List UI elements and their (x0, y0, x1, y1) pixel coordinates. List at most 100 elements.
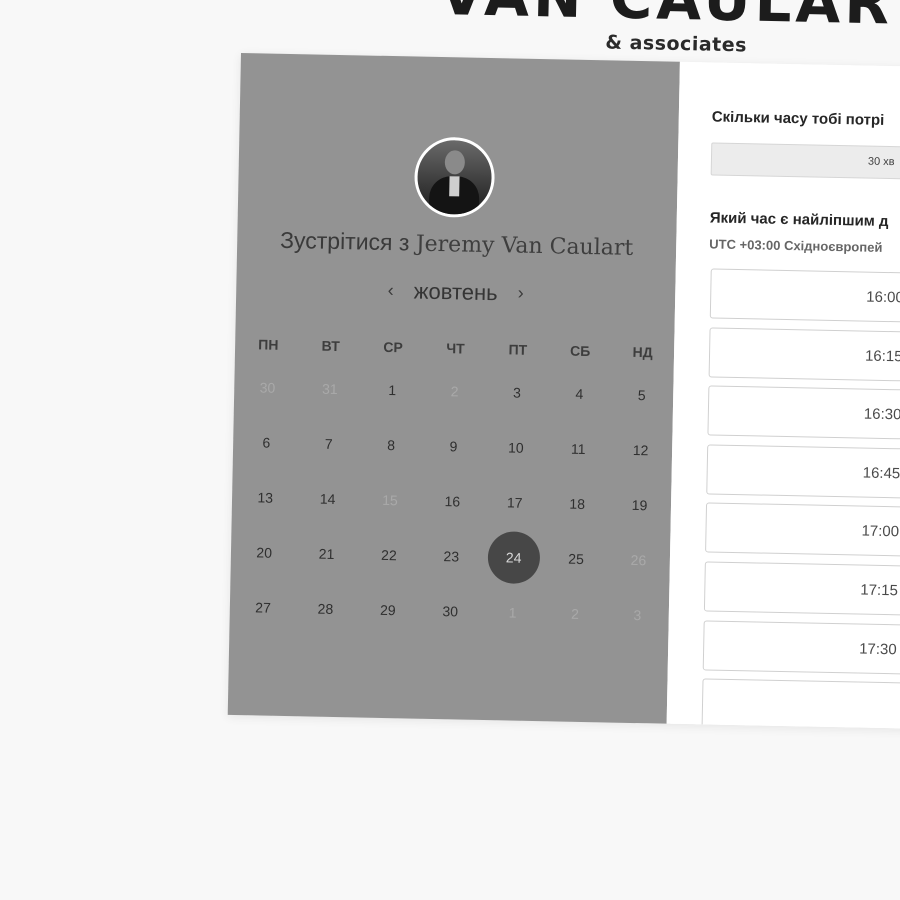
page: VAN CAULART & associates Зустрітися з Je… (0, 0, 900, 900)
time-slot-button[interactable]: 17:00 (705, 502, 900, 562)
calendar-week-row: 6 7 8 9 10 11 12 (235, 414, 673, 478)
calendar-day[interactable]: 1 (361, 381, 424, 398)
time-slot-button[interactable] (701, 678, 900, 733)
calendar-day-outside: 3 (606, 606, 669, 623)
day-number: 23 (443, 547, 460, 564)
time-slot-button[interactable]: 16:30 (707, 385, 900, 445)
avatar-head-shape (444, 150, 466, 175)
day-number: 1 (508, 603, 517, 621)
calendar-week-row: 27 28 29 30 1 2 3 (231, 579, 669, 643)
weekday-label: СБ (569, 342, 591, 360)
day-number: 6 (262, 434, 271, 451)
next-month-icon[interactable]: › (508, 282, 534, 304)
calendar-day[interactable]: 4 (548, 385, 611, 402)
month-label: жовтень (413, 278, 498, 306)
day-number: 30 (442, 602, 459, 619)
calendar-panel: Зустрітися з Jeremy Van Caulart ‹ жовтен… (227, 53, 680, 724)
day-number: 21 (318, 545, 335, 562)
day-number: 11 (570, 440, 586, 457)
calendar-day[interactable]: 3 (486, 383, 549, 400)
calendar-day[interactable]: 5 (610, 386, 673, 403)
day-number: 15 (382, 491, 398, 508)
brand-subtitle: & associates (605, 31, 748, 57)
day-number: 1 (388, 381, 397, 398)
time-slot-button[interactable]: 17:30 (702, 619, 900, 679)
calendar-day[interactable]: 12 (609, 441, 672, 458)
weekday-label: ПН (258, 336, 279, 353)
time-slot-button[interactable]: 16:45 (706, 444, 900, 504)
day-number: 2 (570, 605, 580, 622)
brand-header: VAN CAULART & associates (439, 0, 900, 56)
booking-panel: Скільки часу тобі потрі 30 хв Який час є… (666, 61, 900, 733)
calendar-day[interactable]: 20 (233, 543, 296, 560)
day-number: 12 (632, 441, 649, 458)
day-number: 18 (569, 495, 586, 512)
day-number: 29 (379, 601, 396, 618)
host-avatar (413, 136, 496, 219)
weekday-label: НД (632, 343, 653, 361)
calendar-day[interactable]: 10 (485, 438, 548, 455)
duration-question: Скільки часу тобі потрі (711, 108, 885, 129)
calendar-day[interactable]: 19 (608, 496, 671, 513)
calendar-day-selected[interactable]: 24 (482, 530, 545, 584)
calendar-day-outside: 1 (481, 603, 544, 620)
day-number: 8 (387, 436, 396, 453)
day-number: 31 (321, 380, 338, 397)
calendar-day[interactable]: 28 (294, 600, 357, 617)
prev-month-icon[interactable]: ‹ (378, 280, 404, 302)
calendar-day-unavailable: 2 (423, 382, 486, 399)
day-number: 30 (259, 378, 276, 396)
calendar-day-outside: 2 (544, 605, 607, 622)
time-question: Який час є найліпшим д (709, 209, 889, 231)
calendar-day[interactable]: 27 (232, 598, 295, 615)
time-slot-button[interactable]: 16:15 (708, 327, 900, 386)
calendar-day[interactable]: 13 (234, 488, 297, 505)
calendar-day[interactable]: 8 (360, 436, 423, 453)
day-number: 16 (444, 492, 461, 509)
calendar-day[interactable]: 21 (295, 545, 358, 562)
calendar-day[interactable]: 14 (296, 490, 359, 507)
calendar-day[interactable]: 29 (356, 601, 419, 618)
day-number: 22 (380, 546, 397, 563)
day-number: 27 (255, 598, 272, 616)
day-number: 24 (487, 530, 541, 584)
timezone-selector[interactable]: UTC +03:00 Східноєвропей (709, 236, 882, 254)
calendar-day[interactable]: 11 (547, 440, 610, 457)
calendar-day[interactable]: 23 (420, 547, 483, 564)
calendar-day[interactable]: 6 (235, 433, 298, 450)
day-number: 20 (256, 543, 273, 561)
meeting-title: Зустрітися з Jeremy Van Caulart (237, 226, 676, 262)
scheduling-card: Зустрітися з Jeremy Van Caulart ‹ жовтен… (227, 53, 900, 733)
calendar-day[interactable]: 22 (358, 546, 421, 563)
calendar-day[interactable]: 17 (483, 493, 546, 510)
day-number: 3 (512, 384, 522, 401)
weekday-label: СР (383, 338, 403, 356)
brand-name: VAN CAULART (439, 0, 900, 38)
calendar-day[interactable]: 25 (545, 550, 608, 567)
time-slot-button[interactable]: 16:00 (709, 268, 900, 328)
weekday-label: ЧТ (446, 340, 465, 357)
day-number: 10 (507, 438, 524, 456)
day-number: 2 (450, 382, 459, 399)
calendar-grid: ПН ВТ СР ЧТ ПТ СБ НД 30 31 1 2 3 4 5 6 7… (231, 329, 674, 643)
calendar-day[interactable]: 16 (421, 492, 484, 509)
month-navigation: ‹ жовтень › (236, 275, 675, 310)
calendar-day[interactable]: 18 (546, 495, 609, 512)
calendar-day[interactable]: 9 (422, 437, 485, 454)
calendar-day[interactable]: 7 (297, 435, 360, 452)
time-slot-button[interactable]: 17:15 (703, 561, 900, 621)
calendar-day-outside: 30 (236, 378, 299, 395)
time-slot-list: 16:00 16:15 16:30 16:45 17:00 17:15 17:3… (701, 268, 900, 733)
day-number: 25 (568, 550, 585, 567)
day-number: 28 (317, 600, 334, 617)
duration-select[interactable]: 30 хв (710, 142, 900, 185)
weekday-label: ВТ (321, 337, 340, 355)
calendar-day-unavailable: 15 (359, 491, 422, 508)
calendar-day[interactable]: 30 (419, 602, 482, 619)
day-number: 3 (633, 606, 642, 623)
day-number: 17 (506, 493, 523, 511)
day-number: 14 (319, 490, 336, 507)
day-number: 13 (257, 488, 274, 506)
day-number: 7 (324, 435, 333, 452)
avatar-shirt-shape (449, 176, 460, 197)
